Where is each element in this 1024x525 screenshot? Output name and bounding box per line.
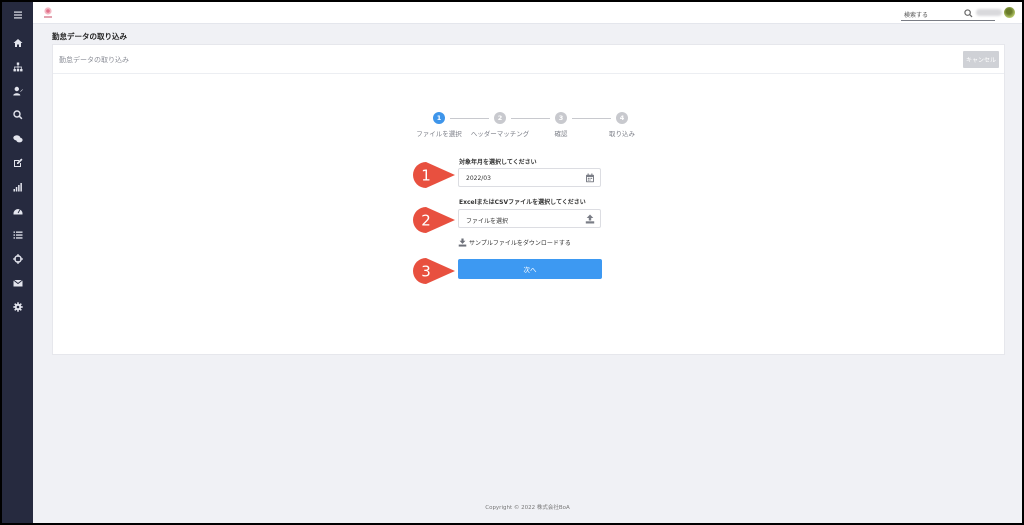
- crosshair-icon: [12, 254, 23, 264]
- page-title: 勤怠データの取り込み: [52, 32, 127, 41]
- step-3: 3 確認: [531, 112, 591, 138]
- step-1: 1 ファイルを選択: [409, 112, 469, 138]
- month-label: 対象年月を選択してください: [459, 159, 537, 166]
- sidebar-item-settings[interactable]: [2, 298, 33, 316]
- card-header: 勤怠データの取り込み キャンセル: [53, 45, 1004, 74]
- marker-number: 2: [421, 212, 431, 230]
- sidebar-menu-toggle[interactable]: [2, 6, 33, 24]
- step-number: 2: [494, 112, 506, 124]
- sidebar-item-dashboard[interactable]: [2, 202, 33, 220]
- brand-logo[interactable]: [41, 6, 55, 20]
- bar-chart-icon: [13, 183, 22, 192]
- step-label: 取り込み: [609, 130, 635, 138]
- month-value: 2022/03: [466, 175, 491, 182]
- cancel-button[interactable]: キャンセル: [963, 51, 999, 68]
- file-picker[interactable]: ファイルを選択: [458, 209, 601, 228]
- file-label: ExcelまたはCSVファイルを選択してください: [459, 199, 586, 206]
- step-number: 1: [433, 112, 445, 124]
- callout-marker-3: 3: [413, 258, 455, 284]
- user-name[interactable]: [976, 9, 1002, 16]
- import-card: 勤怠データの取り込み キャンセル 1 ファイルを選択 2 ヘッダーマッチング 3…: [52, 44, 1005, 355]
- calendar-icon[interactable]: [585, 173, 595, 183]
- marker-number: 3: [421, 263, 431, 281]
- sample-download-label: サンプルファイルをダウンロードする: [469, 240, 571, 247]
- app-window: 検索する 勤怠データの取り込み 勤怠データの取り込み キャンセル 1 ファイルを…: [2, 2, 1022, 523]
- callout-marker-2: 2: [413, 207, 455, 233]
- file-placeholder: ファイルを選択: [466, 218, 509, 225]
- sidebar-item-edit[interactable]: [2, 154, 33, 172]
- search-icon: [12, 110, 22, 120]
- gear-icon: [12, 302, 23, 312]
- step-indicator: 1 ファイルを選択 2 ヘッダーマッチング 3 確認 4 取り込み: [409, 112, 649, 142]
- step-label: ヘッダーマッチング: [470, 130, 530, 138]
- callout-marker-1: 1: [413, 162, 455, 188]
- step-number: 3: [555, 112, 567, 124]
- step-4: 4 取り込み: [592, 112, 652, 138]
- download-icon: [458, 238, 467, 247]
- next-button[interactable]: 次へ: [458, 259, 602, 279]
- menu-icon: [13, 11, 22, 19]
- sidebar-item-target[interactable]: [2, 250, 33, 268]
- upload-icon[interactable]: [585, 214, 595, 224]
- sidebar-item-mail[interactable]: [2, 274, 33, 292]
- step-2: 2 ヘッダーマッチング: [470, 112, 530, 138]
- sidebar-item-list[interactable]: [2, 226, 33, 244]
- step-label: ファイルを選択: [416, 130, 462, 138]
- sidebar-item-analytics[interactable]: [2, 178, 33, 196]
- sidebar-item-chat[interactable]: [2, 130, 33, 148]
- search-icon[interactable]: [964, 9, 973, 18]
- edit-icon: [13, 158, 22, 167]
- avatar[interactable]: [1004, 7, 1015, 18]
- step-label: 確認: [554, 130, 568, 138]
- sidebar-item-user-edit[interactable]: [2, 82, 33, 100]
- sample-download-link[interactable]: サンプルファイルをダウンロードする: [458, 238, 571, 247]
- org-chart-icon: [13, 62, 22, 72]
- footer-copyright: Copyright © 2022 株式会社BoA: [485, 505, 570, 511]
- sidebar-item-search[interactable]: [2, 106, 33, 124]
- sidebar-item-organization[interactable]: [2, 58, 33, 76]
- dashboard-icon: [13, 209, 22, 215]
- user-edit-icon: [12, 86, 23, 96]
- step-number: 4: [616, 112, 628, 124]
- sidebar-item-home[interactable]: [2, 34, 33, 52]
- month-field[interactable]: 2022/03: [458, 168, 601, 187]
- top-bar: 検索する: [33, 2, 1022, 24]
- list-icon: [13, 231, 22, 239]
- card-title: 勤怠データの取り込み: [59, 56, 129, 64]
- mail-icon: [12, 279, 23, 287]
- home-icon: [13, 39, 22, 47]
- sidebar: [2, 2, 33, 523]
- chat-icon: [12, 135, 23, 143]
- marker-number: 1: [421, 167, 431, 185]
